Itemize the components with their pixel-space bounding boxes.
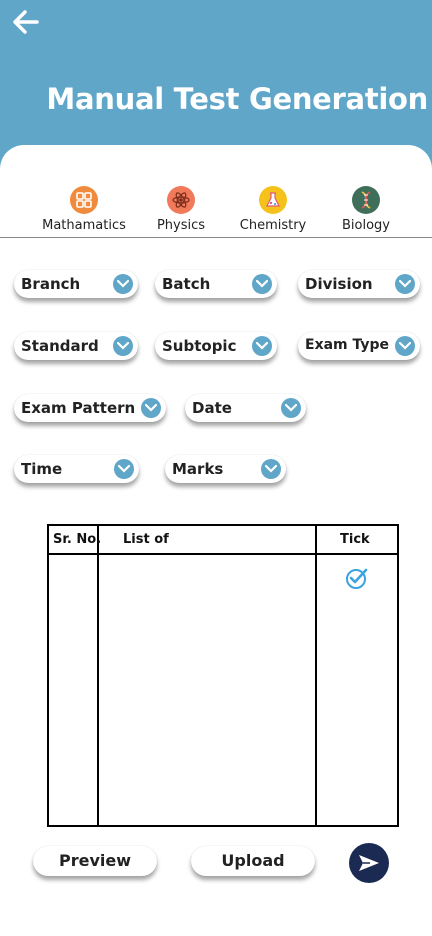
check-circle-icon[interactable] — [345, 566, 369, 590]
question-table: Sr. No. List of Tick — [47, 524, 399, 827]
chevron-down-icon — [252, 274, 272, 294]
header-divider — [49, 553, 397, 555]
tab-physics[interactable]: Physics — [131, 183, 231, 237]
page-title: Manual Test Generation — [46, 82, 428, 116]
tab-label: Chemistry — [239, 218, 307, 233]
preview-button[interactable]: Preview — [33, 846, 157, 876]
column-header-list-of: List of — [123, 532, 169, 547]
subject-tabs: Mathamatics Physics Chemistry Biology — [0, 183, 432, 238]
tab-label: Physics — [156, 218, 206, 233]
dropdown-label: Branch — [21, 275, 81, 293]
branch-dropdown[interactable]: Branch — [14, 270, 138, 298]
time-dropdown[interactable]: Time — [14, 455, 139, 483]
division-dropdown[interactable]: Division — [298, 270, 420, 298]
dropdown-label: Subtopic — [162, 337, 237, 355]
batch-dropdown[interactable]: Batch — [155, 270, 277, 298]
marks-dropdown[interactable]: Marks — [165, 455, 286, 483]
calculator-icon — [70, 186, 98, 214]
flask-icon — [259, 186, 287, 214]
upload-button[interactable]: Upload — [191, 846, 315, 876]
tab-biology[interactable]: Biology — [316, 183, 416, 237]
column-header-tick: Tick — [340, 532, 370, 547]
chevron-down-icon — [113, 274, 133, 294]
subtopic-dropdown[interactable]: Subtopic — [155, 332, 277, 360]
dropdown-label: Standard — [21, 337, 99, 355]
tab-mathematics[interactable]: Mathamatics — [34, 183, 134, 237]
dropdown-label: Time — [21, 460, 63, 478]
chevron-down-icon — [141, 398, 161, 418]
tab-chemistry[interactable]: Chemistry — [223, 183, 323, 237]
chevron-down-icon — [281, 398, 301, 418]
standard-dropdown[interactable]: Standard — [14, 332, 138, 360]
dropdown-label: Exam Pattern — [21, 399, 136, 417]
date-dropdown[interactable]: Date — [185, 394, 306, 422]
send-icon — [359, 855, 379, 871]
dna-icon — [352, 186, 380, 214]
chevron-down-icon — [395, 336, 415, 356]
chevron-down-icon — [114, 459, 134, 479]
back-button[interactable] — [10, 6, 42, 38]
arrow-left-icon — [13, 10, 39, 34]
tab-label: Biology — [342, 218, 390, 233]
chevron-down-icon — [252, 336, 272, 356]
dropdown-label: Date — [192, 399, 232, 417]
dropdown-label: Marks — [172, 460, 224, 478]
send-button[interactable] — [349, 843, 389, 883]
tab-label: Mathamatics — [42, 218, 126, 233]
atom-icon — [167, 186, 195, 214]
column-divider — [315, 526, 317, 825]
dropdown-label: Batch — [162, 275, 211, 293]
column-divider — [97, 526, 99, 825]
dropdown-label: Exam Type — [305, 337, 390, 353]
table-row — [345, 566, 369, 594]
chevron-down-icon — [113, 336, 133, 356]
exam-type-dropdown[interactable]: Exam Type — [298, 332, 420, 360]
dropdown-label: Division — [305, 275, 373, 293]
chevron-down-icon — [395, 274, 415, 294]
exam-pattern-dropdown[interactable]: Exam Pattern — [14, 394, 166, 422]
chevron-down-icon — [261, 459, 281, 479]
column-header-sr-no: Sr. No. — [53, 532, 102, 547]
